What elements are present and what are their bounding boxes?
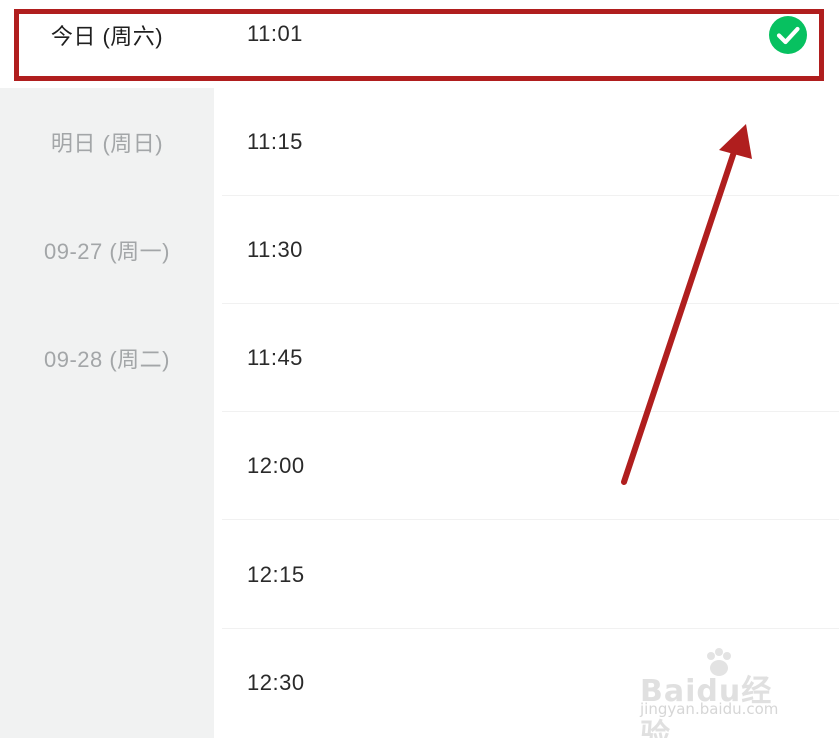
- time-picker-screen: 明日 (周日) 09-27 (周一) 09-28 (周二) 今日 (周六) 11…: [0, 0, 839, 738]
- arrow-annotation: [621, 124, 752, 485]
